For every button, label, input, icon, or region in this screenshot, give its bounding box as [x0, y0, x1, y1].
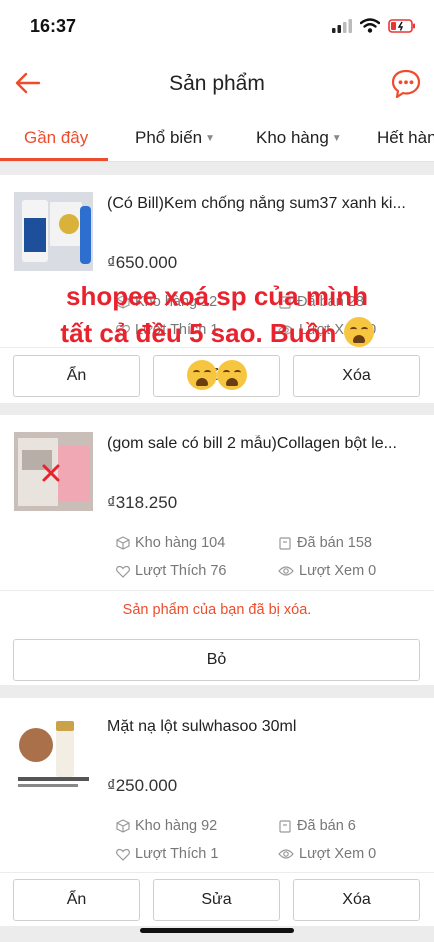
- dismiss-button[interactable]: Bỏ: [13, 639, 420, 681]
- eye-icon: [278, 849, 294, 859]
- wifi-icon: [360, 18, 380, 33]
- status-icons: [332, 18, 416, 33]
- tab-stock[interactable]: Kho hàng ▼: [256, 128, 342, 148]
- box-icon: [279, 820, 291, 833]
- battery-low-icon: [388, 18, 415, 33]
- weary-face-emoji-icon: [217, 360, 247, 390]
- stock-stat: Kho hàng 92: [116, 818, 217, 834]
- product-card: Mặt nạ lột sulwhasoo 30ml ₫250.000 Kho h…: [0, 698, 434, 926]
- cube-icon: [116, 819, 130, 833]
- product-title[interactable]: (Có Bill)Kem chống nắng sum37 xanh ki...: [107, 195, 417, 213]
- signal-icon: [332, 18, 352, 33]
- product-card: (gom sale có bill 2 mẫu)Collagen bột le.…: [0, 415, 434, 685]
- stock-label: Kho hàng 92: [135, 818, 218, 834]
- product-thumbnail[interactable]: [14, 192, 93, 271]
- delete-button[interactable]: Xóa: [293, 879, 420, 921]
- caret-down-icon: ▼: [205, 133, 216, 144]
- overlay-text: tất cả đều 5 sao. Buồn: [60, 318, 337, 348]
- heart-icon: [116, 565, 130, 578]
- tab-label: Hết hàng: [377, 128, 434, 147]
- views-stat: Lượt Xem 0: [278, 846, 376, 862]
- product-price: ₫318.250: [107, 493, 178, 512]
- product-title[interactable]: Mặt nạ lột sulwhasoo 30ml: [107, 718, 417, 736]
- tab-bar: Gần đây Phổ biến▼ Kho hàng▼ Hết hàng: [0, 114, 434, 162]
- product-thumbnail[interactable]: [14, 432, 93, 511]
- status-bar: 16:37: [0, 0, 434, 52]
- tab-label: Kho hàng: [256, 128, 329, 147]
- caret-down-icon: ▼: [331, 133, 342, 144]
- sold-label: Đã bán 158: [297, 535, 372, 551]
- overlay-caption-line-2: tất cả đều 5 sao. Buồn: [0, 317, 434, 349]
- weary-face-emoji-icon: [187, 360, 217, 390]
- likes-label: Lượt Thích 1: [135, 846, 219, 862]
- product-thumbnail[interactable]: [14, 715, 93, 794]
- page-title: Sản phẩm: [169, 72, 265, 95]
- divider: [0, 872, 434, 873]
- chat-icon[interactable]: [390, 68, 422, 100]
- likes-label: Lượt Thích 76: [135, 563, 227, 579]
- stock-label: Kho hàng 104: [135, 535, 226, 551]
- tab-label: Gần đây: [24, 128, 89, 147]
- sold-stat: Đã bán 6: [278, 818, 356, 834]
- status-time: 16:37: [30, 16, 77, 36]
- views-label: Lượt Xem 0: [299, 563, 377, 579]
- overlay-text: shopee xoá sp của mình: [66, 281, 368, 311]
- box-icon: [279, 537, 291, 550]
- product-title[interactable]: (gom sale có bill 2 mẫu)Collagen bột le.…: [107, 435, 417, 453]
- heart-icon: [116, 848, 130, 861]
- likes-stat: Lượt Thích 76: [116, 563, 227, 579]
- sold-label: Đã bán 6: [297, 818, 356, 834]
- product-price: ₫250.000: [107, 776, 178, 795]
- weary-face-emoji-icon: [343, 317, 374, 347]
- header: Sản phẩm: [0, 52, 434, 114]
- edit-button[interactable]: Sửa: [153, 879, 280, 921]
- overlay-caption-line-1: shopee xoá sp của mình: [0, 281, 434, 312]
- tab-popular[interactable]: Phổ biến ▼: [135, 128, 215, 148]
- sold-stat: Đã bán 158: [278, 535, 372, 551]
- home-indicator: [140, 928, 294, 933]
- removed-notice: Sản phẩm của bạn đã bị xóa.: [122, 602, 312, 618]
- tab-sold-out[interactable]: Hết hàng: [377, 128, 434, 148]
- eye-icon: [278, 566, 294, 576]
- active-tab-indicator: [0, 158, 108, 161]
- hide-button[interactable]: Ẩn: [13, 879, 140, 921]
- stock-stat: Kho hàng 104: [116, 535, 225, 551]
- views-label: Lượt Xem 0: [299, 846, 377, 862]
- tab-recent[interactable]: Gần đây: [24, 128, 88, 148]
- divider: [0, 590, 434, 591]
- cube-icon: [116, 536, 130, 550]
- likes-stat: Lượt Thích 1: [116, 846, 218, 862]
- views-stat: Lượt Xem 0: [278, 563, 376, 579]
- overlay-emoji-row: [0, 360, 434, 392]
- product-price: ₫650.000: [107, 253, 178, 272]
- tab-label: Phổ biến: [135, 128, 203, 147]
